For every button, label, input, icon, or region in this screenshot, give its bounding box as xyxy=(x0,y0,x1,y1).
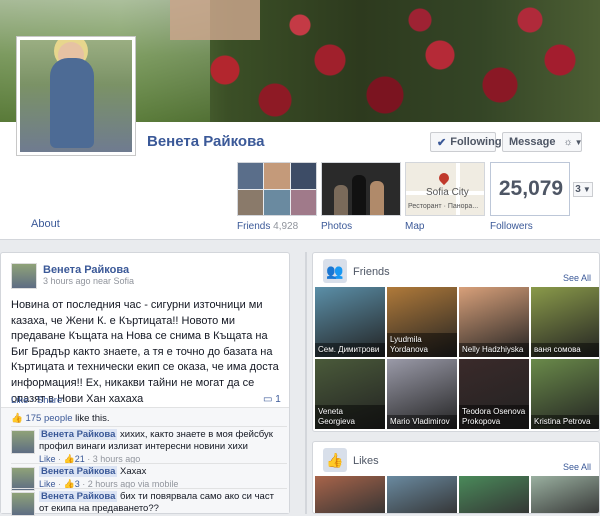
tab-friends[interactable] xyxy=(237,162,317,216)
avatar[interactable] xyxy=(11,430,35,454)
map-city: Sofia City xyxy=(426,187,469,198)
message-button[interactable]: Message ☼ ▼ xyxy=(502,132,583,152)
friend-name[interactable]: Mario Vladimirov xyxy=(387,415,457,429)
tab-followers-label[interactable]: Followers xyxy=(490,221,533,232)
post-actions: Like · Share xyxy=(11,395,63,406)
friend-name[interactable]: Сем. Димитрови xyxy=(315,343,385,357)
comment-author[interactable]: Венета Райкова xyxy=(39,429,118,440)
photo-figure xyxy=(370,181,384,215)
friend-name[interactable]: Veneta Georgieva xyxy=(315,405,385,429)
likes-box: 👍 Likes See All xyxy=(312,441,600,514)
friends-grid: Сем. Димитрови Lyudmila Yordanova Nelly Ha… xyxy=(315,287,599,429)
comment-author[interactable]: Венета Райкова xyxy=(39,466,118,477)
chevron-down-icon: ▼ xyxy=(574,137,583,147)
friend-tile[interactable]: Teodora Osenova Prokopova xyxy=(459,359,529,429)
thumbs-up-icon: 👍 xyxy=(323,448,347,472)
friends-icon: 👥 xyxy=(323,259,347,283)
friend-tile[interactable]: Veneta Georgieva xyxy=(315,359,385,429)
comment-text: Хахах xyxy=(120,466,147,477)
tab-followers[interactable]: 25,079 xyxy=(490,162,570,216)
friend-name[interactable]: Lyudmila Yordanova xyxy=(387,333,457,357)
following-label: Following xyxy=(450,136,502,148)
post-meta[interactable]: 3 hours ago near Sofia xyxy=(43,276,134,286)
chevron-down-icon: ▼ xyxy=(582,185,591,194)
friend-tile[interactable]: Mario Vladimirov xyxy=(387,359,457,429)
share-link[interactable]: Share xyxy=(37,395,62,406)
comment: Венета Райкова бих ти повярвала само ако… xyxy=(11,488,287,516)
liked-page-tile[interactable] xyxy=(459,476,529,513)
friends-box-title[interactable]: Friends xyxy=(353,266,390,278)
liked-page-tile[interactable] xyxy=(531,476,599,513)
likes-box-title[interactable]: Likes xyxy=(353,455,379,467)
check-icon: ✔ xyxy=(437,136,447,149)
comment-count[interactable]: ▭ 1 xyxy=(263,394,281,405)
post-feedback: 👍 175 people like this. Венета Райкова х… xyxy=(1,407,289,516)
photo-figure xyxy=(352,175,366,215)
gear-icon[interactable]: ☼ xyxy=(563,137,572,148)
followers-count: 25,079 xyxy=(498,177,564,200)
comment: Венета Райкова хихих, както знаете в моя… xyxy=(11,426,287,464)
profile-name[interactable]: Венета Райкова xyxy=(147,133,264,150)
friends-thumbnails xyxy=(238,163,316,215)
tab-photos-label[interactable]: Photos xyxy=(321,221,352,232)
avatar[interactable] xyxy=(11,263,37,289)
friends-count: 4,928 xyxy=(273,221,299,232)
friends-see-all[interactable]: See All xyxy=(563,273,591,283)
map-restaurant: Ресторант · Панора... xyxy=(408,203,479,210)
liked-page-tile[interactable] xyxy=(387,476,457,513)
comment-author[interactable]: Венета Райкова xyxy=(39,491,118,502)
more-tabs-button[interactable]: 3 ▼ xyxy=(573,182,593,197)
timeline-divider xyxy=(301,252,311,514)
friend-tile[interactable]: Nelly Hadzhiyska xyxy=(459,287,529,357)
friend-tile[interactable]: ваня сомова xyxy=(531,287,599,357)
map-pin-icon xyxy=(436,170,452,186)
friend-name[interactable]: ваня сомова xyxy=(531,343,599,357)
like-link[interactable]: Like xyxy=(11,395,28,406)
friend-name[interactable]: Nelly Hadzhiyska xyxy=(459,343,529,357)
friend-name[interactable]: Kristina Petrova xyxy=(531,415,599,429)
following-button[interactable]: ✔ Following xyxy=(430,132,502,152)
message-label: Message xyxy=(509,136,556,148)
tab-photos[interactable] xyxy=(321,162,401,216)
thumbs-up-icon: 👍 xyxy=(11,413,23,424)
timeline-post: Венета Райкова 3 hours ago near Sofia Но… xyxy=(0,252,290,516)
friend-tile[interactable]: Сем. Димитрови xyxy=(315,287,385,357)
friends-box: 👥 Friends See All Сем. Димитрови Lyudmila… xyxy=(312,252,600,432)
comment-icon: ▭ xyxy=(263,394,273,405)
profile-picture[interactable] xyxy=(16,36,136,156)
post-author[interactable]: Венета Райкова xyxy=(43,264,129,276)
tab-map[interactable]: Sofia City Ресторант · Панора... xyxy=(405,162,485,216)
cover-building xyxy=(170,0,260,40)
photo-figure xyxy=(334,185,348,215)
tab-friends-label[interactable]: Friends 4,928 xyxy=(237,221,298,232)
friend-name[interactable]: Teodora Osenova Prokopova xyxy=(459,405,529,429)
tab-map-label[interactable]: Map xyxy=(405,221,424,232)
about-link[interactable]: About xyxy=(31,218,60,230)
comment: Венета Райкова Хахах Like · 👍3 · 2 hours… xyxy=(11,463,287,491)
post-text: Новина от последния час - сигурни източн… xyxy=(11,299,279,405)
likes-see-all[interactable]: See All xyxy=(563,462,591,472)
likes-summary: 👍 175 people like this. xyxy=(11,413,110,424)
likes-grid xyxy=(315,476,599,513)
liked-page-tile[interactable] xyxy=(315,476,385,513)
avatar[interactable] xyxy=(11,492,35,516)
friend-tile[interactable]: Lyudmila Yordanova xyxy=(387,287,457,357)
friend-tile[interactable]: Kristina Petrova xyxy=(531,359,599,429)
profile-figure xyxy=(50,58,94,148)
likes-link[interactable]: 175 people xyxy=(25,413,72,424)
